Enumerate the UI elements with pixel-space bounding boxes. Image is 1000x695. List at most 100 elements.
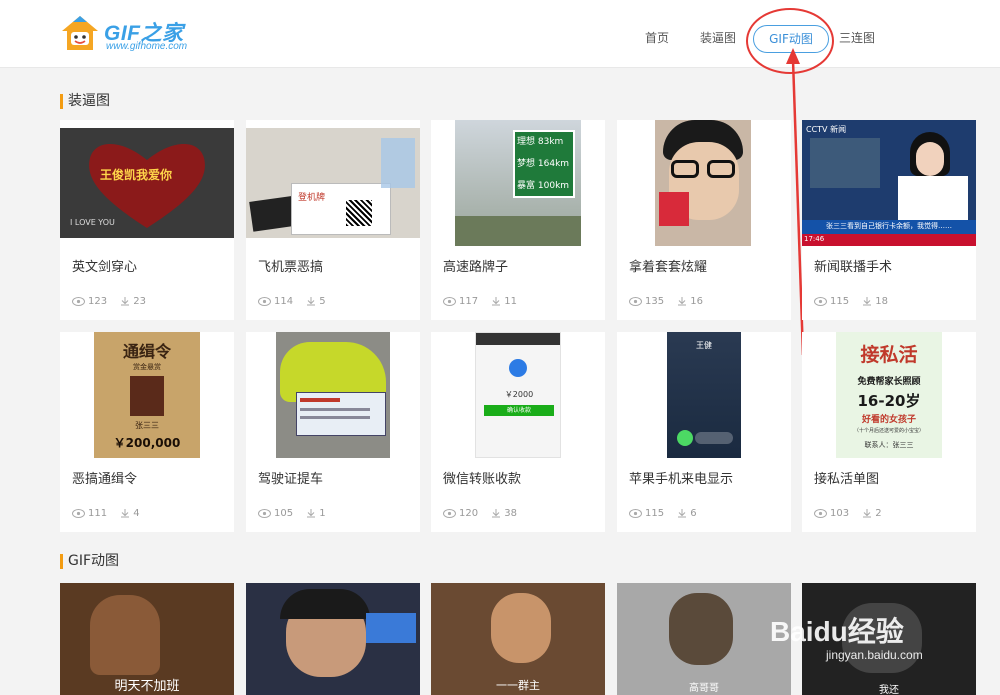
baidu-watermark: Baidu经验 jingyan.baidu.com [770, 610, 923, 662]
card-thumb-iphone-call: 王健 [667, 332, 741, 458]
thumb-text: 17:46 [804, 235, 825, 243]
download-icon [307, 297, 316, 306]
gif-caption: 明天不加班 [114, 679, 180, 694]
card-thumb-wechat: ￥2000 确认收款 [475, 332, 561, 458]
thumb-text: 梦想 [517, 159, 536, 169]
card-title: 拿着套套炫耀 [629, 260, 708, 275]
view-count: 114 [274, 296, 294, 307]
watermark-url: jingyan.baidu.com [826, 648, 923, 662]
site-header: GIF之家 www.gifhome.com 首页 装逼图 GIF动图 三连图 [0, 0, 1000, 68]
view-count: 115 [645, 508, 665, 519]
card-stats: 123 23 [72, 296, 156, 307]
download-count: 4 [133, 508, 140, 519]
download-icon [492, 509, 501, 518]
eye-icon [629, 509, 642, 518]
card-thumb-news: CCTV 新闻 张三三看到自己银行卡余额，我觉得…… 17:46 [802, 120, 976, 246]
thumb-text: CCTV 新闻 [806, 125, 847, 134]
card-0[interactable]: 王俊凯我爱你 I LOVE YOU 英文剑穿心 123 23 [60, 120, 234, 320]
thumb-text: 暴富 [517, 181, 536, 191]
card-5[interactable]: 通缉令 赏金悬赏 张三三 ￥200,000 恶搞通缉令 111 4 [60, 332, 234, 532]
card-stats: 120 38 [443, 508, 527, 519]
section-title-zhuangbi: 装逼图 [60, 94, 110, 109]
thumb-text: 联系人：张三三 [864, 441, 914, 449]
thumb-text: 好看的女孩子 [861, 415, 916, 425]
download-count: 1 [319, 508, 326, 519]
nav-zhuangbi[interactable]: 装逼图 [700, 29, 736, 46]
thumb-text: （十个月后还送可爱的小宝宝） [853, 428, 924, 434]
card-thumb-heart: 王俊凯我爱你 I LOVE YOU [60, 128, 234, 238]
download-count: 18 [875, 296, 889, 307]
nav-sanlian[interactable]: 三连图 [839, 29, 875, 46]
thumb-text: 164km [537, 159, 570, 169]
thumb-text: 通缉令 [122, 342, 171, 361]
card-stats: 135 16 [629, 296, 713, 307]
thumb-text: 83km [537, 137, 564, 147]
card-stats: 117 11 [443, 296, 527, 307]
nav-home[interactable]: 首页 [645, 29, 669, 46]
thumb-text: 接私活 [860, 344, 918, 366]
gif-card-3[interactable]: 高哥哥 [617, 583, 791, 695]
card-thumb-license [276, 332, 390, 458]
thumb-text: ￥200,000 [113, 436, 181, 450]
thumb-text: 王俊凯我爱你 [100, 168, 173, 182]
download-icon [678, 297, 687, 306]
download-count: 6 [690, 508, 697, 519]
card-thumb-selfie [655, 120, 751, 246]
card-stats: 111 4 [72, 508, 150, 519]
card-8[interactable]: 王健 苹果手机来电显示 115 6 [617, 332, 791, 532]
card-thumb-poster: 接私活 免费帮家长照顾 16-20岁 好看的女孩子 （十个月后还送可爱的小宝宝）… [836, 332, 942, 458]
view-count: 117 [459, 296, 479, 307]
thumb-text: 理想 [517, 137, 536, 147]
house-logo-icon [62, 16, 98, 50]
download-icon [863, 509, 872, 518]
download-count: 23 [133, 296, 147, 307]
card-stats: 114 5 [258, 296, 336, 307]
eye-icon [443, 509, 456, 518]
download-icon [121, 509, 130, 518]
view-count: 111 [88, 508, 108, 519]
view-count: 115 [830, 296, 850, 307]
card-2[interactable]: 理想 83km 梦想 164km 暴富 100km 高速路牌子 117 11 [431, 120, 605, 320]
download-icon [863, 297, 872, 306]
thumb-text: 赏金悬赏 [133, 363, 161, 371]
view-count: 105 [274, 508, 294, 519]
thumb-text: 免费帮家长照顾 [857, 377, 921, 387]
card-title: 苹果手机来电显示 [629, 472, 734, 487]
download-icon [121, 297, 130, 306]
eye-icon [258, 297, 271, 306]
view-count: 135 [645, 296, 665, 307]
card-stats: 115 6 [629, 508, 707, 519]
gif-card-1[interactable] [246, 583, 420, 695]
card-6[interactable]: 驾驶证提车 105 1 [246, 332, 420, 532]
card-9[interactable]: 接私活 免费帮家长照顾 16-20岁 好看的女孩子 （十个月后还送可爱的小宝宝）… [802, 332, 976, 532]
card-stats: 115 18 [814, 296, 898, 307]
watermark-text: Baidu经验 [770, 616, 904, 647]
annotation-ring [746, 8, 834, 74]
view-count: 103 [830, 508, 850, 519]
gif-caption: 一一群主 [496, 679, 540, 692]
download-count: 11 [504, 296, 518, 307]
gif-card-0[interactable]: 明天不加班 [60, 583, 234, 695]
card-7[interactable]: ￥2000 确认收款 微信转账收款 120 38 [431, 332, 605, 532]
gif-caption: 我还 [879, 685, 899, 695]
thumb-text: 16-20岁 [857, 392, 921, 410]
thumb-text: 张三三 [135, 421, 159, 430]
download-icon [678, 509, 687, 518]
card-title: 飞机票恶搞 [258, 260, 324, 275]
thumb-text: I LOVE YOU [70, 218, 115, 227]
card-1[interactable]: 登机牌 飞机票恶搞 114 5 [246, 120, 420, 320]
logo-url: www.gifhome.com [106, 41, 188, 52]
download-icon [492, 297, 501, 306]
card-title: 微信转账收款 [443, 472, 522, 487]
card-title: 英文剑穿心 [72, 260, 138, 275]
card-3[interactable]: 拿着套套炫耀 135 16 [617, 120, 791, 320]
view-count: 120 [459, 508, 479, 519]
eye-icon [258, 509, 271, 518]
site-logo[interactable]: GIF之家 www.gifhome.com [60, 14, 210, 56]
gif-card-2[interactable]: 一一群主 [431, 583, 605, 695]
eye-icon [443, 297, 456, 306]
download-icon [307, 509, 316, 518]
card-4[interactable]: CCTV 新闻 张三三看到自己银行卡余额，我觉得…… 17:46 新闻联播手术 … [802, 120, 976, 320]
view-count: 123 [88, 296, 108, 307]
eye-icon [629, 297, 642, 306]
